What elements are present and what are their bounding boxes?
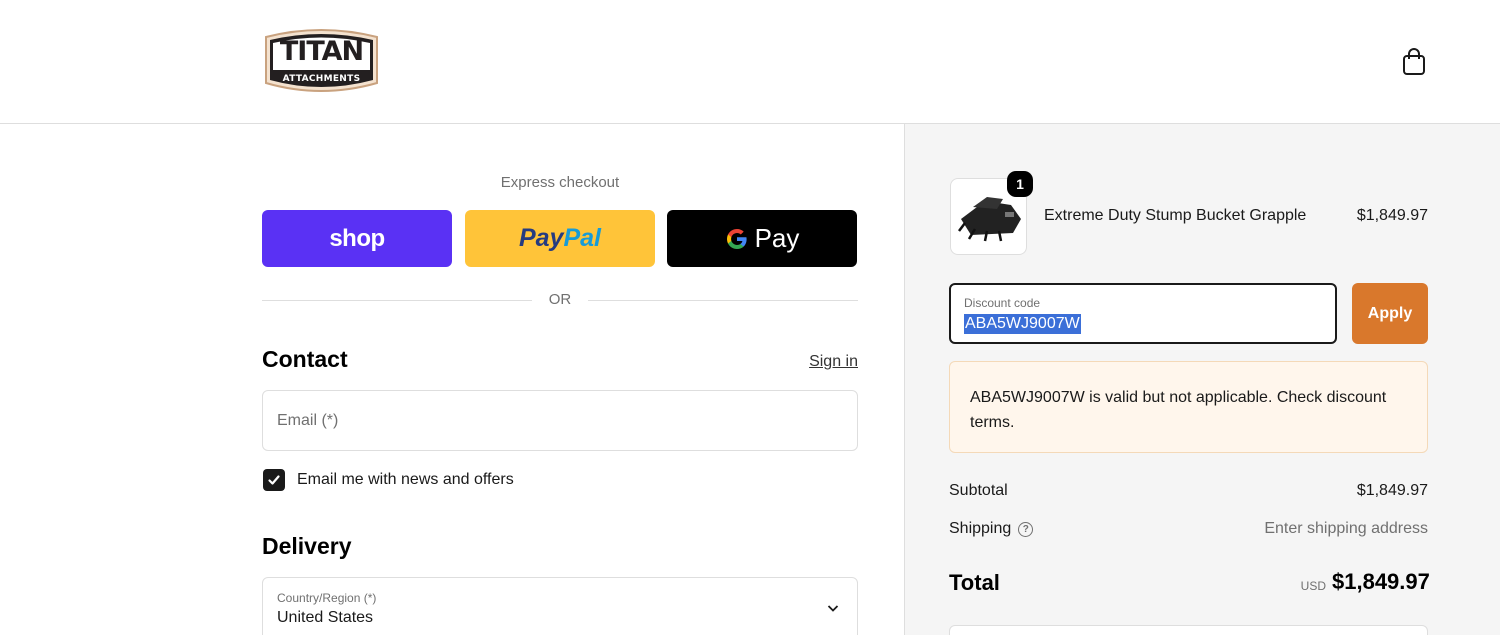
- subtotal-value: $1,849.97: [1356, 482, 1428, 499]
- checkout-form-panel: [0, 124, 904, 635]
- express-checkout-label: Express checkout: [500, 174, 620, 191]
- shipping-label: Shipping: [949, 520, 1012, 537]
- apply-discount-button[interactable]: Apply: [1352, 283, 1428, 344]
- discount-code-input[interactable]: ABA5WJ9007W: [964, 314, 1081, 334]
- total-currency: USD: [1300, 579, 1326, 593]
- or-divider: OR: [262, 290, 858, 310]
- country-select[interactable]: Country/Region (*) United States: [262, 577, 858, 635]
- shopping-bag-icon[interactable]: [1401, 48, 1427, 76]
- newsletter-checkbox[interactable]: [263, 469, 285, 491]
- sign-in-link[interactable]: Sign in: [790, 353, 858, 371]
- page-header: TITAN ATTACHMENTS: [0, 0, 1500, 124]
- logo-wordmark: TITAN: [279, 36, 364, 67]
- newsletter-label: Email me with news and offers: [297, 471, 514, 488]
- email-input[interactable]: [263, 391, 857, 450]
- discount-notice: ABA5WJ9007W is valid but not applicable.…: [949, 361, 1428, 453]
- subtotal-label: Subtotal: [949, 482, 1008, 499]
- email-field[interactable]: [262, 390, 858, 451]
- contact-heading: Contact: [262, 346, 348, 372]
- product-price: $1,849.97: [1356, 207, 1428, 224]
- discount-code-label: Discount code: [964, 296, 1041, 310]
- country-value: United States: [277, 609, 374, 626]
- checkmark-icon: [268, 475, 280, 485]
- product-name: Extreme Duty Stump Bucket Grapple: [1044, 207, 1307, 224]
- paypal-label: PayPal: [518, 224, 601, 252]
- country-label: Country/Region (*): [277, 591, 377, 605]
- discount-notice-text: ABA5WJ9007W is valid but not applicable.…: [970, 389, 1387, 431]
- chevron-down-icon: [827, 605, 839, 612]
- discount-code-field[interactable]: Discount code ABA5WJ9007W: [949, 283, 1337, 344]
- quantity-badge: 1: [1007, 171, 1033, 197]
- help-icon[interactable]: ?: [1018, 522, 1034, 537]
- delivery-heading: Delivery: [262, 533, 352, 559]
- titan-logo[interactable]: TITAN ATTACHMENTS: [262, 25, 381, 97]
- shop-pay-label: shop: [329, 224, 385, 252]
- google-pay-button[interactable]: Pay: [667, 210, 857, 267]
- total-label: Total: [949, 570, 1000, 595]
- shop-pay-button[interactable]: shop: [262, 210, 452, 267]
- paypal-button[interactable]: PayPal: [465, 210, 655, 267]
- total-value: $1,849.97: [1332, 569, 1430, 594]
- google-pay-label: Pay: [754, 223, 800, 253]
- shipping-row: Shipping?: [949, 520, 1034, 538]
- shipping-value: Enter shipping address: [1264, 520, 1428, 537]
- or-label: OR: [548, 291, 572, 308]
- logo-subtitle: ATTACHMENTS: [282, 74, 361, 84]
- google-g-icon: [726, 228, 747, 249]
- payment-terms-box: [949, 625, 1428, 635]
